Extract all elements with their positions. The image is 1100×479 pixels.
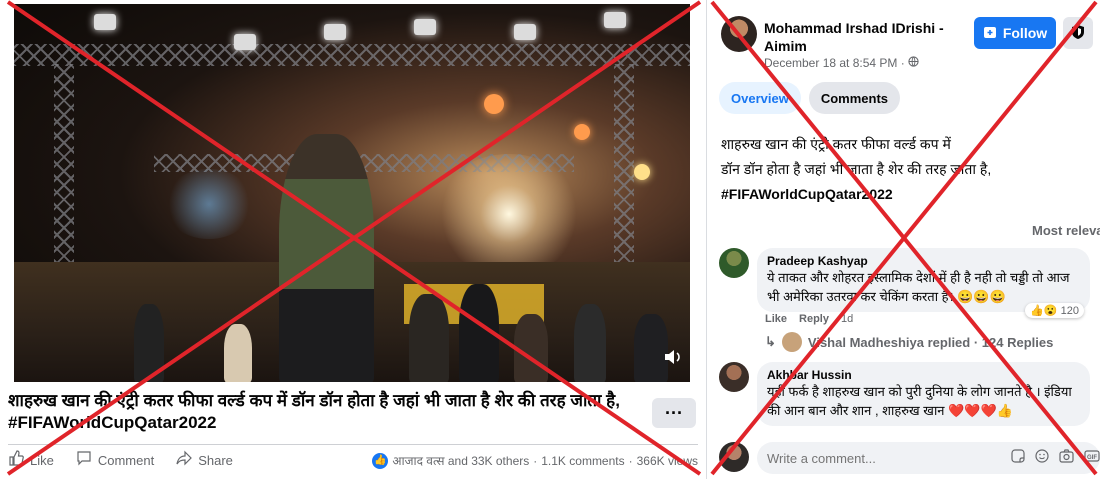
audience-figure xyxy=(134,304,164,382)
comment-input-tools: GIF xyxy=(1011,449,1100,466)
commenter-avatar[interactable] xyxy=(719,362,749,392)
caption-hashtag[interactable]: #FIFAWorldCupQatar2022 xyxy=(721,182,1091,207)
comment-like-button[interactable]: Like xyxy=(765,313,787,325)
author-name[interactable]: Mohammad Irshad IDrishi - Aimim xyxy=(764,19,974,55)
svg-text:GIF: GIF xyxy=(1087,455,1097,461)
stats-separator: · xyxy=(533,453,538,468)
timestamp-text: December 18 at 8:54 PM · xyxy=(764,56,905,70)
comments-count[interactable]: 1.1K comments xyxy=(541,454,624,468)
shield-button[interactable] xyxy=(1063,17,1093,49)
view-replies-link[interactable]: ↳ Vishal Madheshiya replied · 124 Replie… xyxy=(765,332,1053,352)
audience-figure xyxy=(459,284,499,382)
like-label: Like xyxy=(30,453,54,468)
stage-lamp xyxy=(414,19,436,35)
like-reaction-icon: 👍 xyxy=(372,452,389,469)
like-reaction-icon: 👍😮 xyxy=(1030,305,1058,317)
share-label: Share xyxy=(198,453,233,468)
post-detail-panel: Mohammad Irshad IDrishi - Aimim December… xyxy=(707,0,1100,479)
audience-figure xyxy=(224,324,252,382)
follow-button[interactable]: Follow xyxy=(974,17,1056,49)
post-timestamp[interactable]: December 18 at 8:54 PM · xyxy=(764,56,919,70)
camera-icon[interactable] xyxy=(1059,449,1074,466)
follow-icon xyxy=(983,25,997,42)
audience-figure xyxy=(574,304,606,382)
comment-author[interactable]: Pradeep Kashyap xyxy=(767,254,1080,268)
volume-icon[interactable] xyxy=(664,349,682,370)
comment-meta: Like Reply 1d xyxy=(765,313,853,325)
backdrop-glow xyxy=(164,169,254,239)
stage-lamp xyxy=(514,24,536,40)
post-action-bar: Like Comment Share 👍 आजाद वत्स and 33K o… xyxy=(8,444,698,476)
caption-line: शाहरुख खान की एंट्री कतर फीफा वर्ल्ड कप … xyxy=(721,136,951,152)
caption-line: डॉन डॉन होता है जहां भी जाता है शेर की त… xyxy=(721,161,992,177)
comment-time[interactable]: 1d xyxy=(841,313,853,325)
views-count: 366K views xyxy=(636,453,698,468)
stage-light xyxy=(634,164,650,180)
stage-lamp xyxy=(604,12,626,28)
comment-bubble: Akhbar Hussin यही फर्क है शाहरुख खान को … xyxy=(757,362,1090,426)
audience-figure xyxy=(409,294,449,382)
video-panel: शाहरुख खान की एंट्री कतर फीफा वर्ल्ड कप … xyxy=(0,0,700,479)
stage-lamp xyxy=(324,24,346,40)
stats-separator: · xyxy=(628,453,633,468)
comment-text: यही फर्क है शाहरुख खान को पुरी दुनिया के… xyxy=(767,384,1072,418)
share-icon xyxy=(176,450,193,471)
sticker-icon[interactable] xyxy=(1011,449,1025,466)
comment-item: Akhbar Hussin यही फर्क है शाहरुख खान को … xyxy=(719,362,1094,428)
stage-truss-top xyxy=(14,44,690,66)
video-player[interactable] xyxy=(14,4,690,382)
shield-icon xyxy=(1071,24,1085,43)
comment-author[interactable]: Akhbar Hussin xyxy=(767,368,1080,382)
more-options-button[interactable]: ··· xyxy=(652,398,696,428)
follow-label: Follow xyxy=(1002,25,1048,41)
post-tabs: Overview Comments xyxy=(719,82,901,114)
comment-reply-button[interactable]: Reply xyxy=(799,313,829,325)
reply-arrow-icon: ↳ xyxy=(765,334,776,349)
performer-figure xyxy=(279,134,374,382)
audience-figure xyxy=(514,314,548,382)
gif-icon[interactable]: GIF xyxy=(1084,449,1100,466)
current-user-avatar xyxy=(719,442,749,472)
comment-icon xyxy=(76,450,92,471)
comment-reactions[interactable]: 👍😮 120 xyxy=(1025,303,1084,318)
audience-figure xyxy=(634,314,668,382)
tab-comments[interactable]: Comments xyxy=(808,82,901,114)
comment-item: Pradeep Kashyap ये ताकत और शोहरत इस्लामि… xyxy=(719,248,1094,358)
post-stats: 👍 आजाद वत्स and 33K others · 1.1K commen… xyxy=(372,452,698,469)
emoji-icon[interactable] xyxy=(1035,449,1049,466)
commenter-avatar[interactable] xyxy=(719,248,749,278)
author-avatar[interactable] xyxy=(721,16,757,52)
stage-light xyxy=(484,94,504,114)
stage-lamp xyxy=(234,34,256,50)
replies-text: Vishal Madheshiya replied · 124 Replies xyxy=(807,334,1054,350)
comment-text: ये ताकत और शोहरत इस्लामिक देशों में ही ह… xyxy=(767,270,1070,304)
comment-button[interactable]: Comment xyxy=(76,450,154,471)
spotlight-glow xyxy=(434,154,584,274)
facebook-video-post-view: शाहरुख खान की एंट्री कतर फीफा वर्ल्ड कप … xyxy=(0,0,1100,479)
video-post-title: शाहरुख खान की एंट्री कतर फीफा वर्ल्ड कप … xyxy=(8,391,620,432)
tab-overview[interactable]: Overview xyxy=(719,82,801,114)
write-comment-row: GIF xyxy=(719,440,1100,476)
share-button[interactable]: Share xyxy=(176,450,233,471)
post-caption: शाहरुख खान की एंट्री कतर फीफा वर्ल्ड कप … xyxy=(721,132,1091,207)
reaction-count: 120 xyxy=(1060,304,1079,317)
globe-icon xyxy=(908,56,919,70)
stage-lamp xyxy=(94,14,116,30)
like-button[interactable]: Like xyxy=(8,450,54,471)
like-icon xyxy=(8,450,24,471)
reactions-count[interactable]: आजाद वत्स and 33K others xyxy=(392,452,529,469)
stage-light xyxy=(574,124,590,140)
comment-label: Comment xyxy=(97,453,155,468)
replier-avatar xyxy=(781,332,802,352)
comment-sort-dropdown[interactable]: Most releva xyxy=(1032,223,1100,238)
